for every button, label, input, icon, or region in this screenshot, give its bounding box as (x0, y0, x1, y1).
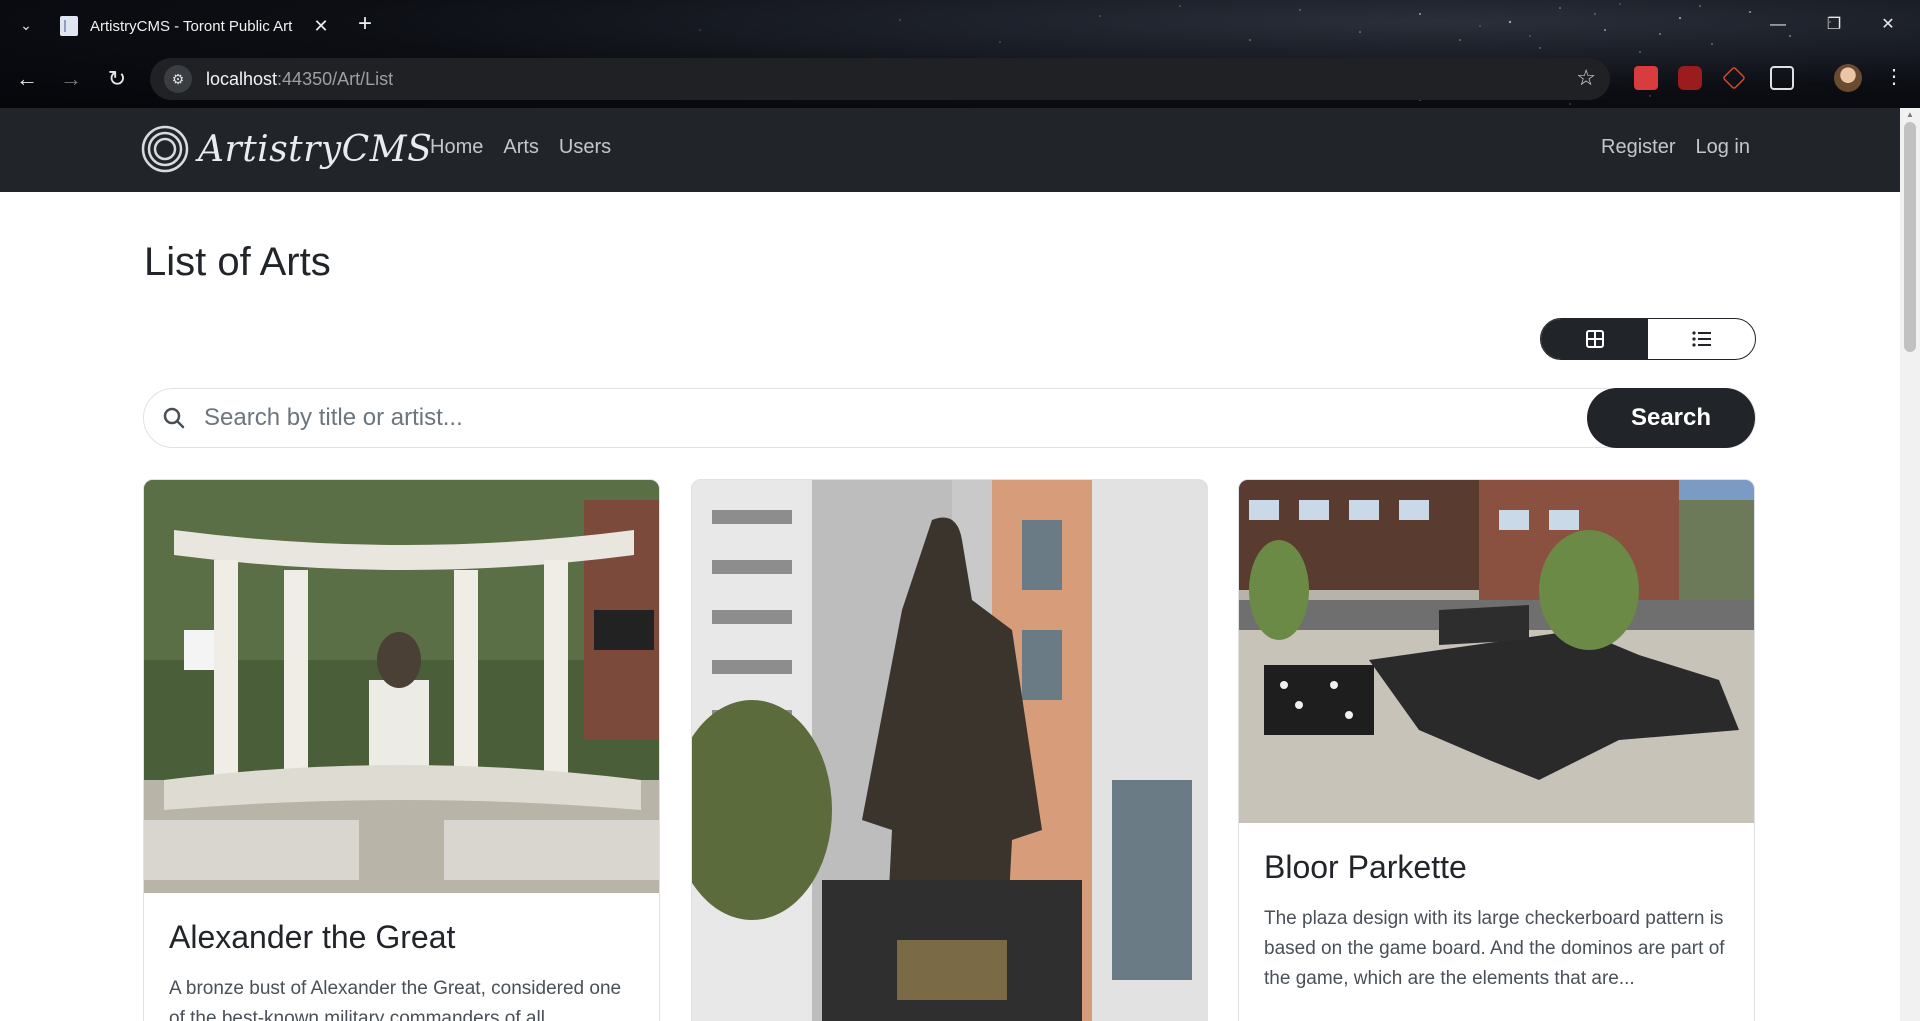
list-view-button[interactable] (1648, 319, 1755, 359)
main-nav: Home Arts Users (430, 136, 611, 159)
account-nav: Register Log in (1601, 136, 1750, 159)
nav-users[interactable]: Users (559, 136, 611, 159)
url-host: localhost (206, 68, 278, 89)
extension-pocket-icon[interactable] (1634, 66, 1658, 90)
back-icon[interactable]: ← (10, 62, 44, 96)
scroll-thumb[interactable] (1904, 122, 1916, 352)
new-tab-icon[interactable]: + (352, 12, 378, 38)
art-card[interactable] (691, 479, 1208, 1021)
tab-search-chevron-icon[interactable]: ⌄ (12, 12, 40, 38)
site-info-icon[interactable]: ⚙ (164, 65, 192, 93)
art-card-image[interactable] (144, 480, 659, 893)
page-title: List of Arts (144, 240, 331, 284)
tab-strip: ⌄ ArtistryCMS - Toront Public Art ✕ + — … (0, 0, 1920, 50)
scroll-up-icon[interactable]: ▲ (1904, 110, 1916, 120)
art-card-title[interactable]: Bloor Parkette (1264, 849, 1729, 886)
art-card-image[interactable] (692, 480, 1207, 1021)
art-card-description: The plaza design with its large checkerb… (1264, 908, 1725, 989)
art-card-image[interactable] (1239, 480, 1754, 823)
grid-view-button[interactable] (1541, 319, 1648, 359)
browser-toolbar: ← → ↻ ⚙ localhost:44350/Art/List ☆ ⋮ (0, 56, 1920, 102)
forward-icon[interactable]: → (54, 62, 88, 96)
search-input[interactable] (204, 404, 1587, 432)
art-card-body: Bloor Parkette The plaza design with its… (1239, 823, 1754, 1020)
view-toggle (1540, 318, 1756, 360)
page-favicon-icon (60, 16, 78, 36)
list-icon (1691, 331, 1711, 347)
tab-close-icon[interactable]: ✕ (310, 16, 332, 37)
brand-logo-icon (141, 125, 189, 173)
nav-login[interactable]: Log in (1696, 136, 1751, 159)
bookmark-star-icon[interactable]: ☆ (1576, 65, 1596, 91)
brand-name: ArtistryCMS (198, 128, 433, 170)
page-scrollbar[interactable]: ▲ (1900, 108, 1920, 1021)
window-close-icon[interactable]: ✕ (1868, 10, 1908, 40)
main-content: List of Arts Search by title or artist..… (0, 192, 1900, 1021)
extension-ublock-icon[interactable] (1678, 66, 1702, 90)
art-card-body: Alexander the Great A bronze bust of Ale… (144, 893, 659, 1021)
minimize-icon[interactable]: — (1758, 10, 1798, 40)
address-bar[interactable]: ⚙ localhost:44350/Art/List ☆ (150, 58, 1610, 100)
search-icon (144, 388, 204, 448)
browser-chrome: ⌄ ArtistryCMS - Toront Public Art ✕ + — … (0, 0, 1920, 108)
nav-arts[interactable]: Arts (503, 136, 539, 159)
art-card-title[interactable]: Alexander the Great (169, 919, 634, 956)
art-card[interactable]: Alexander the Great A bronze bust of Ale… (143, 479, 660, 1021)
search-bar: Search (143, 388, 1756, 448)
art-card[interactable]: Bloor Parkette The plaza design with its… (1238, 479, 1755, 1021)
site-navbar: ArtistryCMS Home Arts Users Register Log… (0, 108, 1900, 192)
search-button[interactable]: Search (1587, 388, 1755, 448)
nav-register[interactable]: Register (1601, 136, 1675, 159)
profile-avatar[interactable] (1834, 64, 1862, 92)
tab-title: ArtistryCMS - Toront Public Art (90, 17, 293, 35)
extension-layers-icon[interactable] (1722, 66, 1746, 90)
art-card-description: A bronze bust of Alexander the Great, co… (169, 978, 622, 1021)
restore-icon[interactable]: ❐ (1814, 10, 1854, 40)
url-path: :44350/Art/List (277, 68, 394, 89)
reload-icon[interactable]: ↻ (100, 62, 134, 96)
brand-link[interactable]: ArtistryCMS (140, 124, 432, 174)
browser-tab[interactable]: ArtistryCMS - Toront Public Art ✕ (50, 8, 342, 44)
nav-home[interactable]: Home (430, 136, 483, 159)
grid-icon (1585, 330, 1604, 348)
browser-menu-icon[interactable]: ⋮ (1884, 64, 1904, 89)
extensions-puzzle-icon[interactable] (1770, 66, 1794, 90)
